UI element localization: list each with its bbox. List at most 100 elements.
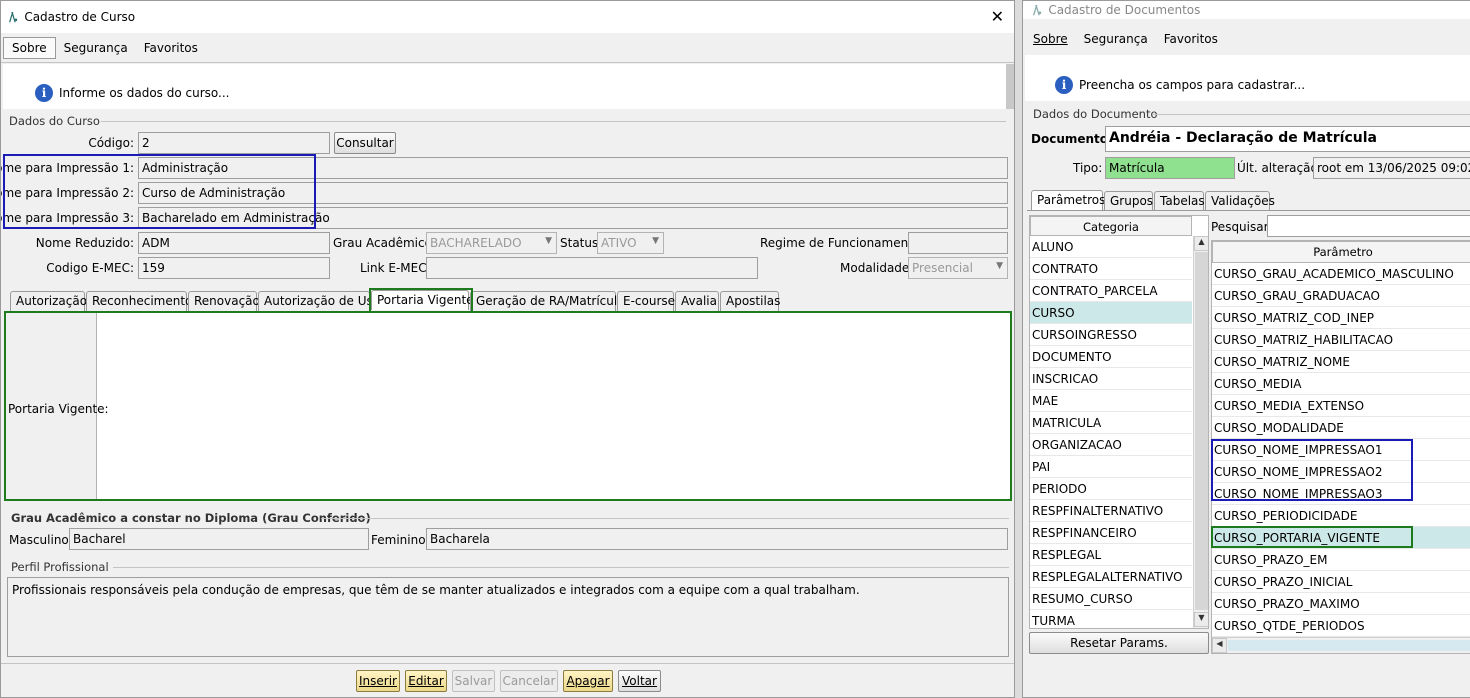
categoria-list: ALUNO CONTRATO CONTRATO_PARCELA CURSO CURSOI… <box>1030 236 1192 628</box>
menu-favoritos[interactable]: Favoritos <box>1156 29 1226 49</box>
categoria-item[interactable]: RESPLEGALALTERNATIVO <box>1030 566 1192 588</box>
categoria-item[interactable]: PAI <box>1030 456 1192 478</box>
categoria-item[interactable]: RESPLEGAL <box>1030 544 1192 566</box>
documento-label: Documento: <box>1031 132 1113 146</box>
nome-impressao-highlight <box>3 154 316 229</box>
tab-apostilas[interactable]: Apostilas <box>720 291 780 311</box>
grau-academico-select[interactable]: BACHARELADO ▼ <box>426 232 557 254</box>
ult-alteracao-field[interactable]: root em 13/06/2025 09:02 <box>1313 157 1470 179</box>
status-select[interactable]: ATIVO ▼ <box>597 232 664 254</box>
status-value: ATIVO <box>601 236 637 250</box>
parametro-item[interactable]: CURSO_MATRIZ_COD_INEP <box>1212 307 1470 329</box>
editar-button[interactable]: Editar <box>405 670 447 692</box>
categoria-item[interactable]: ALUNO <box>1030 236 1192 258</box>
regime-label: Regime de Funcionamento: <box>760 236 925 250</box>
parametro-item[interactable]: CURSO_MATRIZ_HABILITACAO <box>1212 329 1470 351</box>
tab-autorizacao[interactable]: Autorização <box>10 291 87 311</box>
categoria-panel: Categoria ALUNO CONTRATO CONTRATO_PARCELA C… <box>1029 215 1209 629</box>
tab-parametros[interactable]: Parâmetros <box>1031 190 1105 210</box>
menu-seguranca[interactable]: Segurança <box>56 38 136 58</box>
scroll-down-icon[interactable]: ▼ <box>1194 612 1208 627</box>
scrollbar-thumb[interactable] <box>1195 252 1208 610</box>
menu-sobre[interactable]: Sobre <box>1025 29 1076 49</box>
parametro-item[interactable]: CURSO_MATRIZ_NOME <box>1212 351 1470 373</box>
chevron-down-icon: ▼ <box>545 236 552 246</box>
horizontal-scrollbar[interactable]: ◀ <box>1212 637 1470 653</box>
tab-ecourse[interactable]: E-course <box>617 291 675 311</box>
codigo-field[interactable]: 2 <box>138 132 330 154</box>
menu-seguranca[interactable]: Segurança <box>1076 29 1156 49</box>
tab-geracao-ra[interactable]: Geração de RA/Matrículas <box>470 291 631 311</box>
scrollbar-thumb[interactable] <box>1006 64 1014 109</box>
menu-favoritos[interactable]: Favoritos <box>136 38 206 58</box>
categoria-item[interactable]: MAE <box>1030 390 1192 412</box>
parametro-item[interactable]: CURSO_MODALIDADE <box>1212 417 1470 439</box>
tab-reconhecimento[interactable]: Reconhecimento <box>86 291 192 311</box>
categoria-item[interactable]: MATRICULA <box>1030 412 1192 434</box>
parametro-item[interactable]: CURSO_QTDE_PERIODOS <box>1212 615 1470 637</box>
cancelar-button[interactable]: Cancelar <box>500 670 558 692</box>
tab-tabelas[interactable]: Tabelas <box>1154 191 1205 211</box>
tab-validacoes[interactable]: Validações <box>1205 191 1275 211</box>
salvar-button[interactable]: Salvar <box>452 670 495 692</box>
group-dados-documento: Dados do Documento <box>1033 107 1158 121</box>
parametro-item[interactable]: CURSO_GRAU_ACADEMICO_MASCULINO <box>1212 263 1470 285</box>
app-logo-icon: /\. <box>9 10 18 24</box>
nome-reduzido-label: Nome Reduzido: <box>35 236 134 250</box>
apagar-button[interactable]: Apagar <box>563 670 613 692</box>
close-icon[interactable]: ✕ <box>991 7 1004 26</box>
codigo-emec-field[interactable]: 159 <box>138 257 330 279</box>
parametro-item[interactable]: CURSO_PRAZO_INICIAL <box>1212 571 1470 593</box>
menu-divider <box>1 62 1014 63</box>
grau-academico-label: Grau Acadêmico: <box>333 236 436 250</box>
tab-autorizacao-uso[interactable]: Autorização de Uso <box>258 291 380 311</box>
link-emec-field[interactable] <box>426 257 758 279</box>
categoria-item[interactable]: INSCRICAO <box>1030 368 1192 390</box>
app-logo-icon: /\. <box>1033 3 1042 17</box>
group-grau-diploma: Grau Acadêmico a constar no Diploma (Gra… <box>11 511 371 525</box>
pesquisar-input[interactable] <box>1267 215 1470 237</box>
categoria-item[interactable]: CONTRATO <box>1030 258 1192 280</box>
categoria-item[interactable]: TURMA <box>1030 610 1192 628</box>
grau-academico-value: BACHARELADO <box>430 236 522 250</box>
scroll-left-icon[interactable]: ◀ <box>1212 638 1227 653</box>
info-text: Informe os dados do curso... <box>59 85 230 100</box>
parametro-item[interactable]: CURSO_MEDIA <box>1212 373 1470 395</box>
categoria-item[interactable]: RESPFINANCEIRO <box>1030 522 1192 544</box>
tab-renovacao[interactable]: Renovação <box>188 291 260 311</box>
tipo-field[interactable]: Matrícula <box>1105 157 1235 179</box>
categoria-item[interactable]: PERIODO <box>1030 478 1192 500</box>
parametro-item[interactable]: CURSO_PRAZO_EM <box>1212 549 1470 571</box>
consultar-button[interactable]: Consultar <box>334 132 396 154</box>
tab-avalia[interactable]: Avalia <box>675 291 719 311</box>
parametro-item[interactable]: CURSO_MEDIA_EXTENSO <box>1212 395 1470 417</box>
resetar-params-button[interactable]: Resetar Params. <box>1029 632 1209 654</box>
feminino-field[interactable]: Bacharela <box>426 528 1008 550</box>
categoria-item[interactable]: CURSO <box>1030 302 1192 324</box>
categoria-scrollbar[interactable]: ▲ ▼ <box>1193 236 1208 628</box>
categoria-item[interactable]: RESPFINALTERNATIVO <box>1030 500 1192 522</box>
chevron-down-icon: ▼ <box>652 236 659 246</box>
documento-field[interactable]: Andréia - Declaração de Matrícula <box>1105 126 1470 152</box>
nome-reduzido-field[interactable]: ADM <box>138 232 330 254</box>
portaria-content-highlight <box>4 311 1012 501</box>
parametro-item[interactable]: CURSO_PERIODICIDADE <box>1212 505 1470 527</box>
categoria-item[interactable]: CONTRATO_PARCELA <box>1030 280 1192 302</box>
parametro-item[interactable]: CURSO_PRAZO_MAXIMO <box>1212 593 1470 615</box>
categoria-item[interactable]: ORGANIZACAO <box>1030 434 1192 456</box>
modalidade-select[interactable]: Presencial ▼ <box>908 257 1008 279</box>
scroll-up-icon[interactable]: ▲ <box>1194 236 1208 251</box>
perfil-textarea[interactable]: Profissionais responsáveis pela condução… <box>7 577 1009 657</box>
regime-field[interactable] <box>908 232 1008 254</box>
masculino-field[interactable]: Bacharel <box>69 528 369 550</box>
categoria-item[interactable]: RESUMO_CURSO <box>1030 588 1192 610</box>
scrollbar-thumb[interactable] <box>1228 640 1470 651</box>
categoria-item[interactable]: CURSOINGRESSO <box>1030 324 1192 346</box>
tab-grupos[interactable]: Grupos <box>1104 191 1153 211</box>
voltar-button[interactable]: Voltar <box>618 670 661 692</box>
menu-sobre[interactable]: Sobre <box>3 37 56 59</box>
nome-impressao-params-highlight <box>1211 439 1413 501</box>
categoria-item[interactable]: DOCUMENTO <box>1030 346 1192 368</box>
inserir-button[interactable]: Inserir <box>356 670 400 692</box>
parametro-item[interactable]: CURSO_GRAU_GRADUACAO <box>1212 285 1470 307</box>
